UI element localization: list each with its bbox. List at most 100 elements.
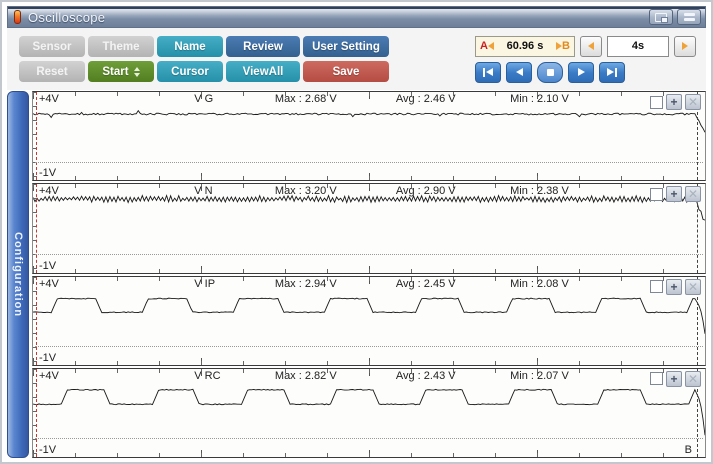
waveform-vn bbox=[33, 184, 705, 272]
channel-name: V RC bbox=[194, 370, 220, 382]
channel-name: V G bbox=[194, 93, 213, 105]
cursor-a-label: A bbox=[480, 40, 488, 52]
cursor-a-line[interactable] bbox=[36, 277, 37, 365]
viewall-button[interactable]: ViewAll bbox=[226, 61, 300, 82]
triangle-left-icon bbox=[486, 68, 493, 76]
channel-vip: +4V V IP Max : 2.94 V Avg : 2.45 V Min :… bbox=[32, 276, 706, 366]
channel-max-value: Max : 3.20 V bbox=[275, 185, 337, 197]
cursor-b-label: B bbox=[562, 40, 570, 52]
channel-zoom-in-button[interactable]: + bbox=[666, 186, 682, 202]
channel-bottom-volt-label: -1V bbox=[39, 167, 56, 179]
channel-zoom-in-button[interactable]: + bbox=[666, 94, 682, 110]
timebase-decrease-button[interactable] bbox=[580, 36, 602, 57]
triangle-right-icon bbox=[578, 68, 585, 76]
theme-button[interactable]: Theme bbox=[88, 36, 154, 57]
start-button[interactable]: Start bbox=[88, 61, 154, 82]
ab-range-value: 60.96 s bbox=[494, 40, 556, 52]
channel-max-value: Max : 2.68 V bbox=[275, 93, 337, 105]
restore-window-button[interactable] bbox=[649, 9, 673, 25]
waveform-vip bbox=[33, 277, 705, 365]
skip-start-button[interactable] bbox=[475, 62, 501, 83]
channel-zoom-in-button[interactable]: + bbox=[666, 371, 682, 387]
channel-min-value: Min : 2.38 V bbox=[510, 185, 569, 197]
right-arrow-icon bbox=[682, 42, 688, 50]
reset-button[interactable]: Reset bbox=[19, 61, 85, 82]
channel-bottom-volt-label: -1V bbox=[39, 352, 56, 364]
channel-vg: +4V V G Max : 2.68 V Avg : 2.46 V Min : … bbox=[32, 91, 706, 181]
step-back-button[interactable] bbox=[506, 62, 532, 83]
configuration-tab-label: Configuration bbox=[12, 232, 24, 317]
toolbar: Sensor Theme Name Review User Setting Re… bbox=[7, 28, 706, 90]
sensor-button[interactable]: Sensor bbox=[19, 36, 85, 57]
channel-bottom-volt-label: -1V bbox=[39, 260, 56, 272]
triangle-left-icon bbox=[516, 68, 523, 76]
name-button[interactable]: Name bbox=[157, 36, 223, 57]
channel-avg-value: Avg : 2.45 V bbox=[396, 278, 456, 290]
cursor-button[interactable]: Cursor bbox=[157, 61, 223, 82]
channel-select-checkbox[interactable] bbox=[650, 372, 663, 385]
left-arrow-icon bbox=[588, 42, 594, 50]
timebase-value[interactable]: 4s bbox=[607, 36, 669, 57]
channel-avg-value: Avg : 2.46 V bbox=[396, 93, 456, 105]
channel-vrc: +4V V RC Max : 2.82 V Avg : 2.43 V Min :… bbox=[32, 368, 706, 458]
channel-top-volt-label: +4V bbox=[39, 185, 59, 197]
zero-gridline bbox=[35, 254, 703, 255]
bar-icon bbox=[615, 68, 618, 77]
channel-top-volt-label: +4V bbox=[39, 93, 59, 105]
bar-icon bbox=[483, 68, 486, 77]
timebase-increase-button[interactable] bbox=[674, 36, 696, 57]
cursor-a-line[interactable] bbox=[36, 184, 37, 272]
channel-avg-value: Avg : 2.90 V bbox=[396, 185, 456, 197]
channel-top-volt-label: +4V bbox=[39, 278, 59, 290]
channel-min-value: Min : 2.08 V bbox=[510, 278, 569, 290]
channel-select-checkbox[interactable] bbox=[650, 188, 663, 201]
channel-select-checkbox[interactable] bbox=[650, 280, 663, 293]
minimize-icon bbox=[684, 13, 695, 21]
start-button-label: Start bbox=[102, 66, 128, 78]
toolbar-buttons: Sensor Theme Name Review User Setting Re… bbox=[19, 36, 389, 82]
channel-name: V IP bbox=[194, 278, 215, 290]
channel-max-value: Max : 2.82 V bbox=[275, 370, 337, 382]
triangle-right-icon bbox=[607, 68, 614, 76]
channel-stack: +4V V G Max : 2.68 V Avg : 2.46 V Min : … bbox=[32, 91, 706, 458]
review-button[interactable]: Review bbox=[226, 36, 300, 57]
channel-name: V N bbox=[194, 185, 212, 197]
channel-close-button[interactable]: ✕ bbox=[685, 371, 701, 387]
waveform-vrc bbox=[33, 369, 705, 457]
stop-button[interactable] bbox=[537, 62, 563, 83]
play-button[interactable] bbox=[568, 62, 594, 83]
minimize-window-button[interactable] bbox=[677, 9, 701, 25]
configuration-tab[interactable]: Configuration bbox=[7, 91, 29, 458]
window-title: Oscilloscope bbox=[28, 10, 105, 25]
channel-max-value: Max : 2.94 V bbox=[275, 278, 337, 290]
channel-min-value: Min : 2.10 V bbox=[510, 93, 569, 105]
scope-area: Configuration +4V V G Max : 2.68 V Avg :… bbox=[7, 90, 706, 458]
skip-end-button[interactable] bbox=[599, 62, 625, 83]
channel-close-button[interactable]: ✕ bbox=[685, 279, 701, 295]
channel-min-value: Min : 2.07 V bbox=[510, 370, 569, 382]
channel-close-button[interactable]: ✕ bbox=[685, 186, 701, 202]
transport-controls: A 60.96 s B 4s bbox=[475, 36, 696, 83]
app-icon bbox=[14, 10, 21, 24]
channel-vn: +4V V N Max : 3.20 V Avg : 2.90 V Min : … bbox=[32, 183, 706, 273]
cursor-a-line[interactable] bbox=[36, 92, 37, 180]
cursor-b-marker-label: B bbox=[685, 444, 692, 456]
titlebar: Oscilloscope bbox=[7, 6, 706, 28]
cursor-a-line[interactable] bbox=[36, 369, 37, 457]
channel-top-volt-label: +4V bbox=[39, 370, 59, 382]
save-button[interactable]: Save bbox=[303, 61, 389, 82]
zero-gridline bbox=[35, 438, 703, 439]
ab-range-display[interactable]: A 60.96 s B bbox=[475, 36, 575, 57]
restore-icon bbox=[655, 13, 667, 22]
channel-avg-value: Avg : 2.43 V bbox=[396, 370, 456, 382]
channel-bottom-volt-label: -1V bbox=[39, 444, 56, 456]
channel-zoom-in-button[interactable]: + bbox=[666, 279, 682, 295]
zero-gridline bbox=[35, 162, 703, 163]
channel-select-checkbox[interactable] bbox=[650, 96, 663, 109]
waveform-vg bbox=[33, 92, 705, 180]
zero-gridline bbox=[35, 346, 703, 347]
oscilloscope-window: Oscilloscope Sensor Theme Name Review Us… bbox=[0, 0, 713, 464]
start-stepper-icon bbox=[134, 67, 140, 77]
user-setting-button[interactable]: User Setting bbox=[303, 36, 389, 57]
channel-close-button[interactable]: ✕ bbox=[685, 94, 701, 110]
